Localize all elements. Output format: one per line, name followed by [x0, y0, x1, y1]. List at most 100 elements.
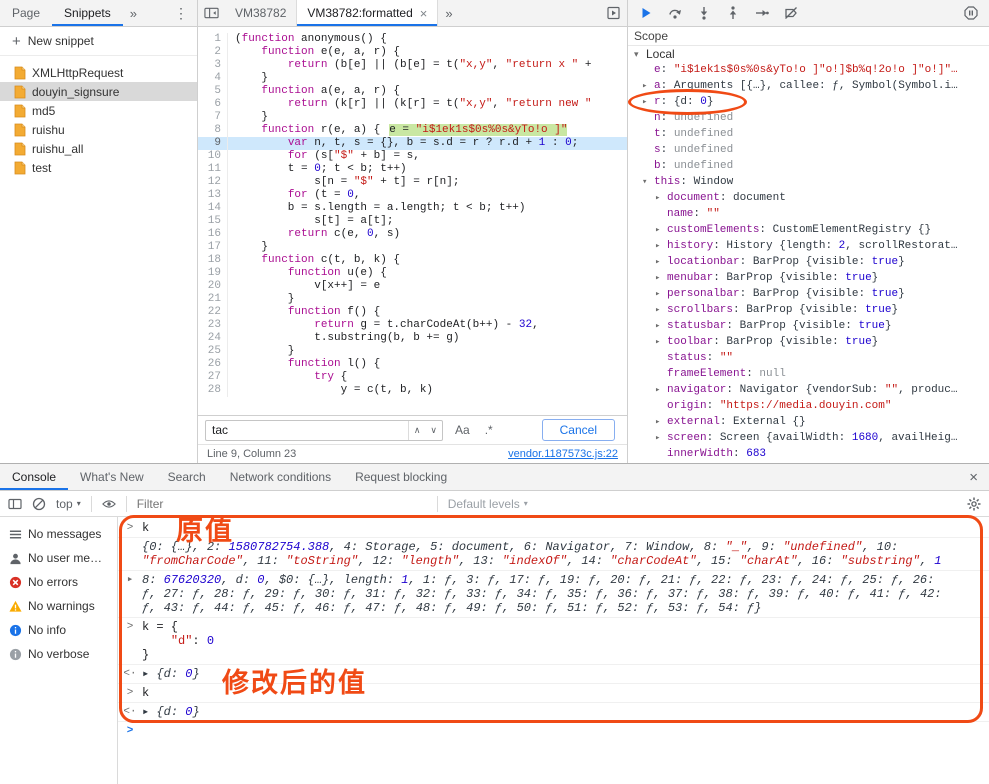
console-filter-verbose[interactable]: No verbose	[0, 642, 117, 666]
code-line[interactable]: 22 function f() {	[198, 306, 627, 319]
scope-entry-locationbar[interactable]: ▸locationbar: BarProp {visible: true}	[628, 254, 989, 270]
line-number[interactable]: 14	[198, 202, 228, 215]
chevron-right-icon[interactable]: ▸	[655, 289, 667, 299]
line-number[interactable]: 27	[198, 371, 228, 384]
snippet-item-xmlhttprequest[interactable]: XMLHttpRequest	[0, 63, 197, 82]
line-number[interactable]: 3	[198, 59, 228, 72]
code-line-content[interactable]: }	[228, 111, 268, 124]
code-line-content[interactable]: }	[228, 293, 294, 306]
chevron-right-icon[interactable]: ▸	[655, 257, 667, 267]
source-file-link[interactable]: vendor.1187573c.js:22	[508, 448, 618, 460]
code-line-content[interactable]: function c(t, b, k) {	[228, 254, 400, 267]
code-line[interactable]: 8 function r(e, a) {e = "i$1ek1s$0s%0s&y…	[198, 124, 627, 137]
tab-overflow-icon[interactable]: »	[123, 6, 144, 21]
code-line[interactable]: 24 t.substring(b, b += g)	[198, 332, 627, 345]
line-number[interactable]: 18	[198, 254, 228, 267]
chevron-right-icon[interactable]: ▸	[655, 305, 667, 315]
drawer-tab-search[interactable]: Search	[156, 464, 218, 490]
search-previous-icon[interactable]: ∧	[409, 425, 426, 436]
line-number[interactable]: 17	[198, 241, 228, 254]
console-filter-messages[interactable]: No messages	[0, 522, 117, 546]
line-number[interactable]: 19	[198, 267, 228, 280]
line-number[interactable]: 12	[198, 176, 228, 189]
scope-entry-toolbar[interactable]: ▸toolbar: BarProp {visible: true}	[628, 334, 989, 350]
code-line[interactable]: 13 for (t = 0,	[198, 189, 627, 202]
code-line[interactable]: 17 }	[198, 241, 627, 254]
line-number[interactable]: 2	[198, 46, 228, 59]
tab-snippets[interactable]: Snippets	[52, 0, 123, 26]
chevron-right-icon[interactable]: ▸	[642, 81, 654, 91]
line-number[interactable]: 26	[198, 358, 228, 371]
code-line[interactable]: 20 v[x++] = e	[198, 280, 627, 293]
code-line-content[interactable]: for (t = 0,	[228, 189, 360, 202]
live-expression-eye-icon[interactable]	[102, 497, 116, 511]
snippet-item-test[interactable]: test	[0, 158, 197, 177]
code-line-content[interactable]: }	[228, 241, 268, 254]
code-line[interactable]: 6 return (k[r] || (k[r] = t("x,y", "retu…	[198, 98, 627, 111]
scope-entry-this[interactable]: ▾this: Window	[628, 174, 989, 190]
code-line[interactable]: 16 return c(e, 0, s)	[198, 228, 627, 241]
scope-entry-history[interactable]: ▸history: History {length: 2, scrollRest…	[628, 238, 989, 254]
more-options-icon[interactable]: ⋮	[165, 5, 197, 22]
code-editor[interactable]: 1(function anonymous() {2 function e(e, …	[198, 27, 627, 415]
line-number[interactable]: 24	[198, 332, 228, 345]
code-line[interactable]: 21 }	[198, 293, 627, 306]
frame-context-selector[interactable]: top ▾	[56, 497, 81, 511]
line-number[interactable]: 22	[198, 306, 228, 319]
step-into-button[interactable]	[697, 6, 711, 20]
line-number[interactable]: 6	[198, 98, 228, 111]
code-line-content[interactable]: function u(e) {	[228, 267, 387, 280]
snippet-item-ruishu-all[interactable]: ruishu_all	[0, 139, 197, 158]
code-line-content[interactable]: t.substring(b, b += g)	[228, 332, 459, 345]
console-filter-errors[interactable]: No errors	[0, 570, 117, 594]
scope-entry-navigator[interactable]: ▸navigator: Navigator {vendorSub: "", pr…	[628, 382, 989, 398]
code-line[interactable]: 14 b = s.length = a.length; t < b; t++)	[198, 202, 627, 215]
line-number[interactable]: 20	[198, 280, 228, 293]
code-line[interactable]: 28 y = c(t, b, k)	[198, 384, 627, 397]
console-sidebar-toggle-icon[interactable]	[8, 497, 22, 511]
scope-entry-statusbar[interactable]: ▸statusbar: BarProp {visible: true}	[628, 318, 989, 334]
editor-tab-overflow-icon[interactable]: »	[438, 6, 459, 21]
code-line-content[interactable]: function r(e, a) {e = "i$1ek1s$0s%0s&yTo…	[228, 124, 567, 137]
drawer-tab-console[interactable]: Console	[0, 464, 68, 490]
editor-tab-vm38782-formatted[interactable]: VM38782:formatted×	[297, 0, 438, 26]
code-line[interactable]: 27 try {	[198, 371, 627, 384]
code-line-content[interactable]: }	[228, 72, 268, 85]
line-number[interactable]: 5	[198, 85, 228, 98]
line-number[interactable]: 21	[198, 293, 228, 306]
code-line[interactable]: 11 t = 0; t < b; t++)	[198, 163, 627, 176]
pause-on-exceptions-button[interactable]	[964, 6, 978, 20]
code-line-content[interactable]: return c(e, 0, s)	[228, 228, 400, 241]
scope-entry-menubar[interactable]: ▸menubar: BarProp {visible: true}	[628, 270, 989, 286]
code-line[interactable]: 10 for (s["$" + b] = s,	[198, 150, 627, 163]
line-number[interactable]: 25	[198, 345, 228, 358]
line-number[interactable]: 13	[198, 189, 228, 202]
close-tab-icon[interactable]: ×	[420, 6, 428, 21]
navigator-toggle-icon[interactable]	[198, 0, 225, 26]
step-over-button[interactable]	[668, 6, 682, 20]
code-line[interactable]: 26 function l() {	[198, 358, 627, 371]
clear-console-icon[interactable]	[32, 497, 46, 511]
snippet-item-md5[interactable]: md5	[0, 101, 197, 120]
line-number[interactable]: 28	[198, 384, 228, 397]
scope-entry-r[interactable]: ▸r: {d: 0}	[628, 94, 989, 110]
chevron-right-icon[interactable]: ▸	[655, 417, 667, 427]
expand-arrow-icon[interactable]: ▸	[118, 573, 142, 615]
code-line-content[interactable]: t = 0; t < b; t++)	[228, 163, 407, 176]
search-next-icon[interactable]: ∨	[425, 425, 442, 436]
chevron-right-icon[interactable]: ▸	[655, 225, 667, 235]
scope-entry-a[interactable]: ▸a: Arguments [{…}, callee: ƒ, Symbol(Sy…	[628, 78, 989, 94]
code-line[interactable]: 23 return g = t.charCodeAt(b++) - 32,	[198, 319, 627, 332]
console-settings-gear-icon[interactable]	[967, 497, 981, 511]
chevron-down-icon[interactable]: ▾	[642, 177, 654, 187]
code-line-content[interactable]: s[n = "$" + t] = r[n];	[228, 176, 459, 189]
code-line[interactable]: 4 }	[198, 72, 627, 85]
scope-entry-screen[interactable]: ▸screen: Screen {availWidth: 1680, avail…	[628, 430, 989, 446]
code-line-content[interactable]: function l() {	[228, 358, 380, 371]
snippet-item-douyin-signsure[interactable]: douyin_signsure	[0, 82, 197, 101]
code-line[interactable]: 3 return (b[e] || (b[e] = t("x,y", "retu…	[198, 59, 627, 72]
line-number[interactable]: 9	[198, 137, 228, 150]
line-number[interactable]: 10	[198, 150, 228, 163]
code-line-content[interactable]: v[x++] = e	[228, 280, 380, 293]
code-line-content[interactable]: y = c(t, b, k)	[228, 384, 433, 397]
